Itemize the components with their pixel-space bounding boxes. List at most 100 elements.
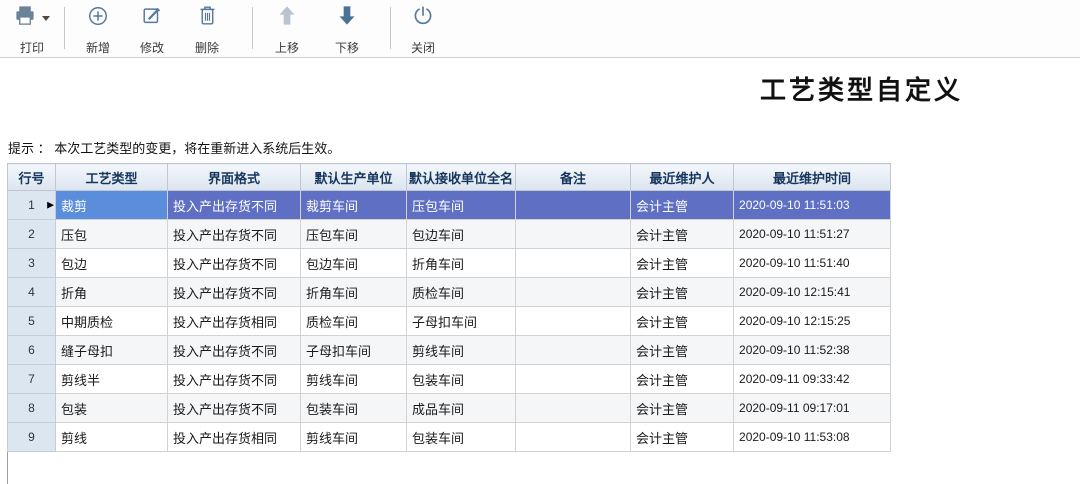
cell-recv_unit[interactable]: 包装车间 [407,423,516,452]
cell-maintainer[interactable]: 会计主管 [631,191,734,220]
page-title: 工艺类型自定义 [760,70,1080,107]
cell-remark[interactable] [516,191,631,220]
cell-format[interactable]: 投入产出存货不同 [168,220,301,249]
column-header-1[interactable]: 工艺类型 [56,164,168,191]
cell-prod_unit[interactable]: 裁剪车间 [301,191,407,220]
row-number-cell[interactable]: 3 [8,249,56,278]
modify-button[interactable]: 修改 [127,5,177,55]
cell-recv_unit[interactable]: 质检车间 [407,278,516,307]
row-number-cell[interactable]: 8 [8,394,56,423]
cell-maintainer[interactable]: 会计主管 [631,220,734,249]
cell-recv_unit[interactable]: 成品车间 [407,394,516,423]
row-number-cell[interactable]: 1▶ [8,191,56,220]
row-number: 3 [28,256,35,270]
cell-prod_unit[interactable]: 质检车间 [301,307,407,336]
row-number-cell[interactable]: 2 [8,220,56,249]
cell-remark[interactable] [516,307,631,336]
cell-recv_unit[interactable]: 包边车间 [407,220,516,249]
cell-format[interactable]: 投入产出存货不同 [168,365,301,394]
cell-time[interactable]: 2020-09-10 11:51:03 [734,191,891,220]
table-row: 7 剪线半投入产出存货不同剪线车间包装车间 会计主管2020-09-11 09:33… [8,365,891,394]
cell-maintainer[interactable]: 会计主管 [631,336,734,365]
row-number-cell[interactable]: 9 [8,423,56,452]
cell-remark[interactable] [516,365,631,394]
cell-remark[interactable] [516,278,631,307]
column-header-5[interactable]: 备注 [516,164,631,191]
move-down-button[interactable]: 下移 [322,5,372,55]
cell-format[interactable]: 投入产出存货不同 [168,336,301,365]
arrow-down-icon [337,4,357,32]
move-up-button[interactable]: 上移 [262,5,312,55]
cell-maintainer[interactable]: 会计主管 [631,365,734,394]
close-button[interactable]: 关闭 [398,5,448,55]
cell-type[interactable]: 包边 [56,249,168,278]
cell-maintainer[interactable]: 会计主管 [631,423,734,452]
cell-type[interactable]: 中期质检 [56,307,168,336]
column-header-3[interactable]: 默认生产单位 [301,164,407,191]
cell-remark[interactable] [516,394,631,423]
row-number: 7 [28,372,35,386]
cell-recv_unit[interactable]: 剪线车间 [407,336,516,365]
cell-time[interactable]: 2020-09-11 09:17:01 [734,394,891,423]
table-row: 6缝子母扣投入产出存货不同子母扣车间剪线车间 会计主管2020-09-10 11:… [8,336,891,365]
cell-prod_unit[interactable]: 折角车间 [301,278,407,307]
cell-format[interactable]: 投入产出存货相同 [168,307,301,336]
column-header-2[interactable]: 界面格式 [168,164,301,191]
cell-format[interactable]: 投入产出存货不同 [168,278,301,307]
cell-prod_unit[interactable]: 剪线车间 [301,423,407,452]
cell-type[interactable]: 剪线半 [56,365,168,394]
delete-button[interactable]: 删除 [182,5,232,55]
cell-remark[interactable] [516,220,631,249]
arrow-up-icon [277,4,297,32]
column-header-4[interactable]: 默认接收单位全名 [407,164,516,191]
cell-time[interactable]: 2020-09-11 09:33:42 [734,365,891,394]
cell-type[interactable]: 裁剪 [56,191,168,220]
cell-format[interactable]: 投入产出存货不同 [168,394,301,423]
cell-maintainer[interactable]: 会计主管 [631,394,734,423]
cell-prod_unit[interactable]: 剪线车间 [301,365,407,394]
cell-recv_unit[interactable]: 包装车间 [407,365,516,394]
cell-time[interactable]: 2020-09-10 12:15:41 [734,278,891,307]
cell-maintainer[interactable]: 会计主管 [631,307,734,336]
cell-format[interactable]: 投入产出存货不同 [168,191,301,220]
table-row: 1▶裁剪投入产出存货不同裁剪车间压包车间 会计主管2020-09-10 11:51… [8,191,891,220]
cell-format[interactable]: 投入产出存货不同 [168,249,301,278]
cell-type[interactable]: 折角 [56,278,168,307]
cell-type[interactable]: 压包 [56,220,168,249]
add-button[interactable]: 新增 [73,5,123,55]
column-header-0[interactable]: 行号 [8,164,56,191]
cell-maintainer[interactable]: 会计主管 [631,278,734,307]
toolbar-separator [390,7,391,49]
column-header-6[interactable]: 最近维护人 [631,164,734,191]
print-dropdown-caret-icon[interactable] [41,9,51,27]
cell-maintainer[interactable]: 会计主管 [631,249,734,278]
cell-remark[interactable] [516,249,631,278]
cell-time[interactable]: 2020-09-10 11:51:40 [734,249,891,278]
cell-type[interactable]: 剪线 [56,423,168,452]
table-row: 9剪线投入产出存货相同剪线车间包装车间 会计主管2020-09-10 11:53:… [8,423,891,452]
cell-prod_unit[interactable]: 包边车间 [301,249,407,278]
cell-recv_unit[interactable]: 子母扣车间 [407,307,516,336]
column-header-7[interactable]: 最近维护时间 [734,164,891,191]
cell-prod_unit[interactable]: 压包车间 [301,220,407,249]
cell-prod_unit[interactable]: 包装车间 [301,394,407,423]
row-number-cell[interactable]: 7 [8,365,56,394]
modify-button-label: 修改 [140,41,164,55]
cell-remark[interactable] [516,336,631,365]
cell-recv_unit[interactable]: 压包车间 [407,191,516,220]
cell-type[interactable]: 包装 [56,394,168,423]
cell-prod_unit[interactable]: 子母扣车间 [301,336,407,365]
cell-time[interactable]: 2020-09-10 11:52:38 [734,336,891,365]
cell-format[interactable]: 投入产出存货相同 [168,423,301,452]
cell-time[interactable]: 2020-09-10 11:53:08 [734,423,891,452]
cell-remark[interactable] [516,423,631,452]
cell-time[interactable]: 2020-09-10 12:15:25 [734,307,891,336]
row-number-cell[interactable]: 4 [8,278,56,307]
cell-time[interactable]: 2020-09-10 11:51:27 [734,220,891,249]
print-button[interactable]: 打印 [2,5,62,55]
move-up-button-label: 上移 [275,41,299,55]
row-number-cell[interactable]: 6 [8,336,56,365]
row-number-cell[interactable]: 5 [8,307,56,336]
cell-recv_unit[interactable]: 折角车间 [407,249,516,278]
cell-type[interactable]: 缝子母扣 [56,336,168,365]
